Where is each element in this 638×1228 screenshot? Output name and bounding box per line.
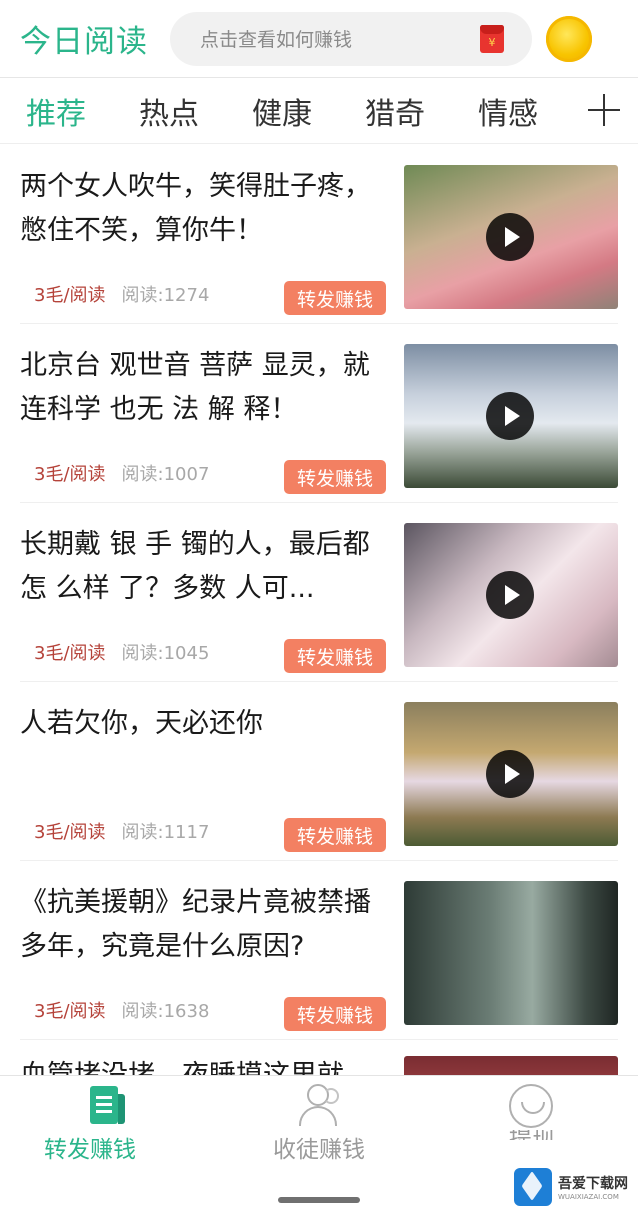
article-price: 3毛/阅读 [34,285,106,306]
gold-coin-icon[interactable] [546,15,592,62]
play-icon[interactable] [486,213,534,261]
nav-label[interactable]: 收徒赚钱 [213,1130,425,1164]
article-read-count: 阅读:1045 [121,643,210,664]
article-title[interactable]: 长期戴 银 手 镯的人，最后都怎 么样 了？多数 人可... [20,523,390,611]
plus-icon[interactable] [588,94,620,126]
article-read-count: 阅读:1007 [121,464,210,485]
watermark-text: 吾爱下载网 WUAIXIAZAI.COM [558,1173,628,1201]
people-icon[interactable] [295,1084,343,1126]
video-thumbnail[interactable] [404,165,618,309]
article-meta: 3毛/阅读 阅读:1045 [34,639,209,665]
nav-share-earn[interactable]: 转发赚钱 [0,1076,212,1176]
article-read-count: 阅读:1638 [121,1001,210,1022]
article-price: 3毛/阅读 [34,822,106,843]
article-card[interactable]: 血管堵没堵，夜睡摸这里就 [20,1040,618,1075]
article-card[interactable]: 两个女人吹牛，笑得肚子疼，憋住不笑，算你牛！ 3毛/阅读 阅读:1274 转发赚… [20,145,618,324]
play-icon[interactable] [486,750,534,798]
smile-icon[interactable] [509,1084,553,1128]
red-packet-glyph: ¥ [488,35,496,49]
article-title[interactable]: 北京台 观世音 菩萨 显灵，就连科学 也无 法 解 释！ [20,344,390,432]
watermark-url: WUAIXIAZAI.COM [558,1193,619,1201]
article-title[interactable]: 两个女人吹牛，笑得肚子疼，憋住不笑，算你牛！ [20,165,390,253]
search-placeholder[interactable]: 点击查看如何赚钱 [200,25,480,52]
article-meta: 3毛/阅读 阅读:1117 [34,818,209,844]
share-earn-button[interactable]: 转发赚钱 [284,281,386,315]
site-watermark: 吾爱下载网 WUAIXIAZAI.COM [514,1168,634,1206]
red-packet-icon[interactable]: ¥ [480,24,504,53]
search-bar[interactable]: 点击查看如何赚钱 ¥ [170,11,532,66]
share-earn-button[interactable]: 转发赚钱 [284,639,386,673]
play-icon[interactable] [486,392,534,440]
home-indicator[interactable] [278,1197,360,1203]
article-price: 3毛/阅读 [34,643,106,664]
tab-curiosity[interactable]: 猎奇 [365,89,425,133]
article-title[interactable]: 人若欠你，天必还你 [20,702,390,746]
video-thumbnail[interactable] [404,702,618,846]
article-price: 3毛/阅读 [34,1001,106,1022]
tab-hot[interactable]: 热点 [139,89,199,133]
tab-recommend[interactable]: 推荐 [26,89,86,133]
share-earn-button[interactable]: 转发赚钱 [284,818,386,852]
article-read-count: 阅读:1117 [121,822,210,843]
video-thumbnail[interactable] [404,344,618,488]
news-icon[interactable] [90,1086,125,1126]
article-title[interactable]: 《抗美援朝》纪录片竟被禁播多年，究竟是什么原因? [20,881,390,969]
article-meta: 3毛/阅读 阅读:1007 [34,460,209,486]
watermark-name: 吾爱下载网 [558,1176,628,1192]
article-meta: 3毛/阅读 阅读:1274 [34,281,209,307]
article-feed: 两个女人吹牛，笑得肚子疼，憋住不笑，算你牛！ 3毛/阅读 阅读:1274 转发赚… [0,145,638,1075]
top-header: 今日阅读 点击查看如何赚钱 ¥ [0,0,638,78]
share-earn-button[interactable]: 转发赚钱 [284,460,386,494]
nav-label[interactable]: 提现 [426,1130,638,1140]
article-card[interactable]: 北京台 观世音 菩萨 显灵，就连科学 也无 法 解 释！ 3毛/阅读 阅读:10… [20,324,618,503]
category-tabs: 推荐 热点 健康 猎奇 情感 [0,78,638,144]
nav-recruit-earn[interactable]: 收徒赚钱 [213,1076,425,1176]
play-icon[interactable] [486,571,534,619]
article-read-count: 阅读:1274 [121,285,210,306]
nav-label[interactable]: 转发赚钱 [0,1130,196,1164]
share-earn-button[interactable]: 转发赚钱 [284,997,386,1031]
watermark-logo-icon [514,1168,552,1206]
video-thumbnail[interactable] [404,523,618,667]
article-card[interactable]: 《抗美援朝》纪录片竟被禁播多年，究竟是什么原因? 3毛/阅读 阅读:1638 转… [20,861,618,1040]
tab-health[interactable]: 健康 [252,89,312,133]
nav-withdraw[interactable]: 提现 [426,1076,638,1176]
article-meta: 3毛/阅读 阅读:1638 [34,997,209,1023]
article-card[interactable]: 长期戴 银 手 镯的人，最后都怎 么样 了？多数 人可... 3毛/阅读 阅读:… [20,503,618,682]
article-title[interactable]: 血管堵没堵，夜睡摸这里就 [20,1054,390,1075]
article-thumbnail[interactable] [404,1056,618,1075]
tab-emotion[interactable]: 情感 [478,89,538,133]
article-price: 3毛/阅读 [34,464,106,485]
app-title: 今日阅读 [20,24,148,60]
article-card[interactable]: 人若欠你，天必还你 3毛/阅读 阅读:1117 转发赚钱 [20,682,618,861]
article-thumbnail[interactable] [404,881,618,1025]
